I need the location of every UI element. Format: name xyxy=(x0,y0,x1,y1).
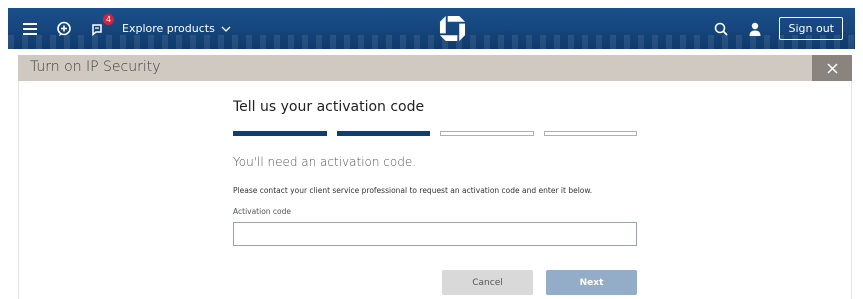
chevron-down-icon xyxy=(221,26,231,32)
nav-right-group: Sign out xyxy=(711,8,843,49)
close-icon xyxy=(826,62,838,74)
instruction-text: Please contact your client service profe… xyxy=(233,186,593,195)
dialog-title: Turn on IP Security xyxy=(30,59,161,75)
progress-step xyxy=(543,131,637,136)
messages-icon[interactable]: 4 xyxy=(88,13,114,39)
progress-step xyxy=(233,131,327,136)
dialog-title-bar: Turn on IP Security xyxy=(18,55,852,81)
chat-icon[interactable] xyxy=(54,19,74,39)
step-heading: Tell us your activation code xyxy=(233,99,425,115)
explore-products-label: Explore products xyxy=(122,22,215,35)
activation-code-label: Activation code xyxy=(233,207,292,216)
progress-steps xyxy=(233,131,637,137)
next-button[interactable]: Next xyxy=(546,270,637,295)
close-button[interactable] xyxy=(812,55,852,81)
sign-out-button[interactable]: Sign out xyxy=(779,17,843,40)
notification-badge: 4 xyxy=(103,13,114,25)
bank-logo[interactable] xyxy=(439,15,466,42)
top-navigation-bar: 4 Explore products Sign out xyxy=(8,8,855,49)
explore-products-menu[interactable]: Explore products xyxy=(122,22,231,35)
subheading: You'll need an activation code. xyxy=(233,155,417,169)
dialog-right-border xyxy=(851,81,852,299)
dialog-left-border xyxy=(18,81,19,299)
progress-step xyxy=(440,131,534,136)
user-icon[interactable] xyxy=(745,19,765,39)
cancel-button[interactable]: Cancel xyxy=(442,270,533,295)
progress-step xyxy=(336,131,430,136)
menu-icon[interactable] xyxy=(20,19,40,39)
search-icon[interactable] xyxy=(711,19,731,39)
nav-left-group: 4 Explore products xyxy=(20,8,231,49)
activation-code-input[interactable] xyxy=(233,222,637,246)
page: 4 Explore products Sign out Turn on IP S… xyxy=(0,0,863,299)
